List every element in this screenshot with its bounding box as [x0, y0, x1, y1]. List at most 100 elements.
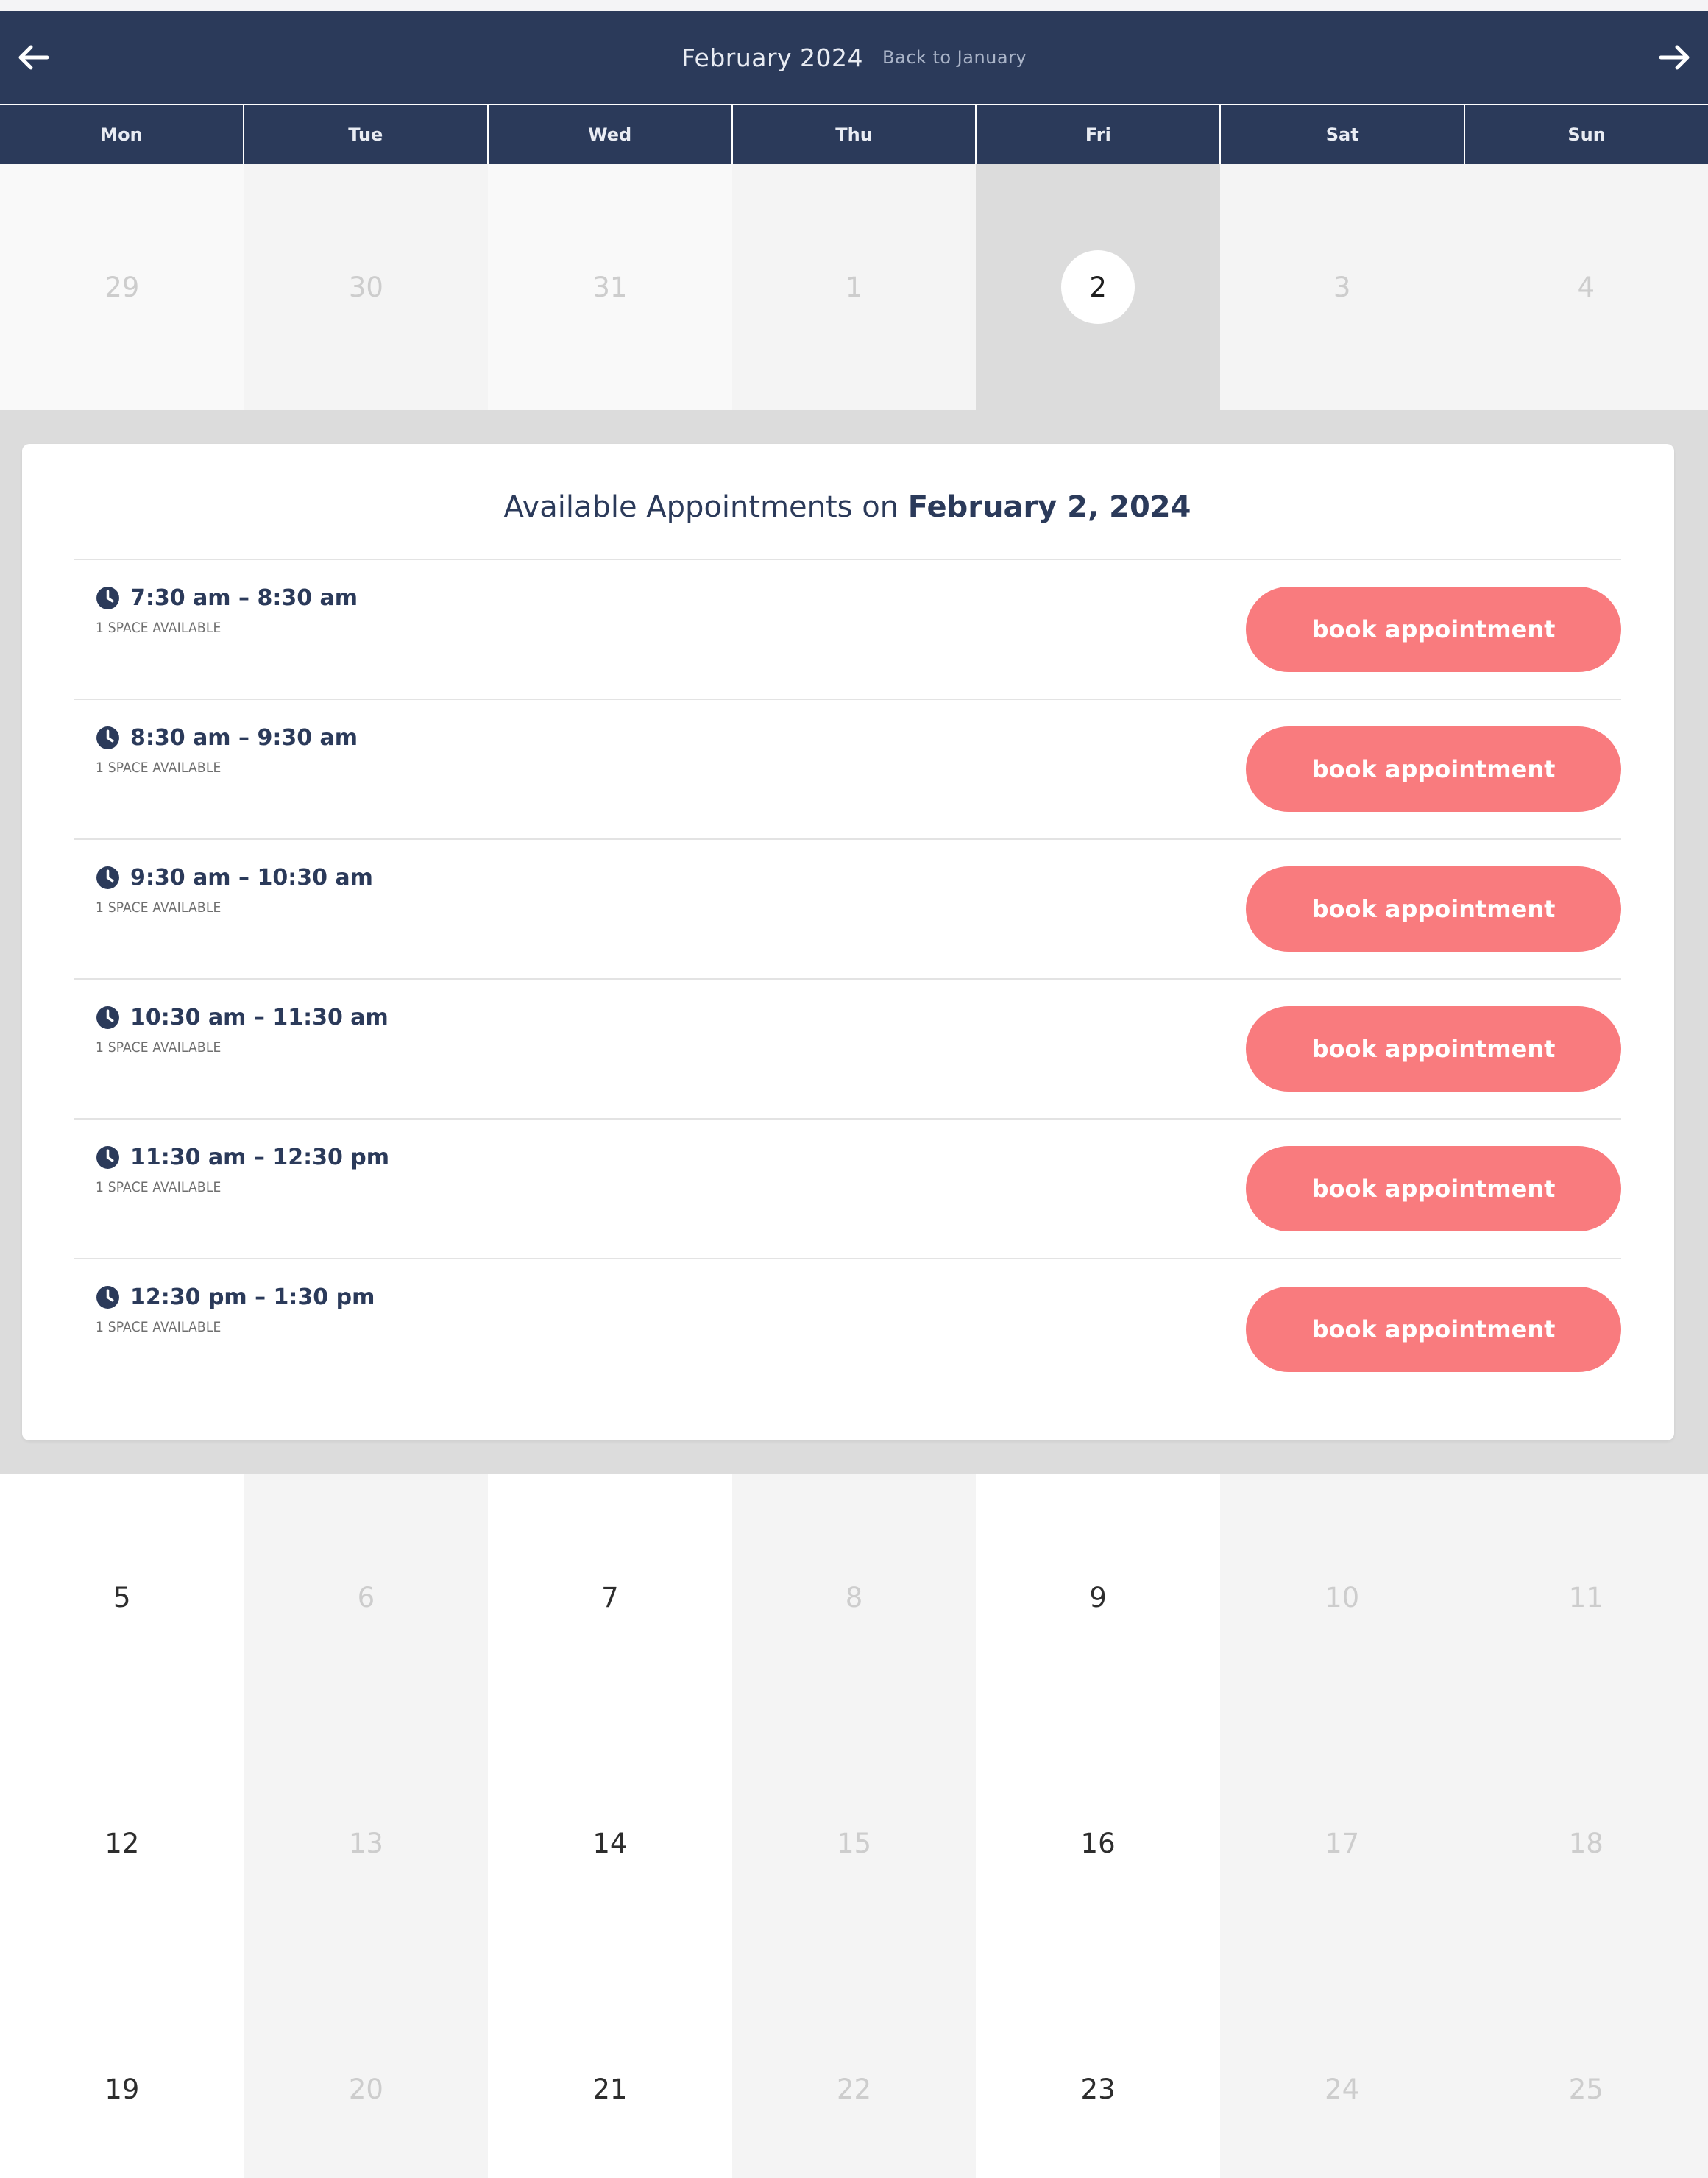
slot-availability: 1 SPACE AVAILABLE — [96, 760, 222, 776]
appointment-slot: 11:30 am – 12:30 pm 1 SPACE AVAILABLE bo… — [74, 1120, 1621, 1259]
day-number: 10 — [1325, 1581, 1360, 1613]
calendar-day[interactable]: 6 — [244, 1474, 489, 1720]
slot-time-label: 10:30 am – 11:30 am — [130, 1005, 389, 1030]
calendar-day-available[interactable]: 21 — [488, 1966, 732, 2178]
day-number: 23 — [1080, 2073, 1116, 2105]
slot-time-label: 11:30 am – 12:30 pm — [130, 1145, 390, 1170]
slot-availability: 1 SPACE AVAILABLE — [96, 620, 222, 636]
previous-month-button[interactable] — [0, 11, 66, 104]
book-appointment-button[interactable]: book appointment — [1246, 1006, 1621, 1092]
slot-time: 11:30 am – 12:30 pm — [96, 1145, 389, 1170]
day-number: 9 — [1089, 1581, 1107, 1613]
arrow-left-icon — [18, 45, 49, 70]
calendar-day-available[interactable]: 23 — [976, 1966, 1220, 2178]
calendar-day[interactable]: 20 — [244, 1966, 489, 2178]
clock-icon — [96, 866, 120, 890]
top-strip — [0, 0, 1708, 11]
slot-time-label: 7:30 am – 8:30 am — [130, 585, 358, 611]
appointments-panel: Available Appointments on February 2, 20… — [22, 444, 1674, 1440]
slot-info: 11:30 am – 12:30 pm 1 SPACE AVAILABLE — [96, 1120, 389, 1195]
slot-availability: 1 SPACE AVAILABLE — [96, 1039, 222, 1056]
day-number: 24 — [1325, 2073, 1360, 2105]
day-number: 14 — [592, 1827, 628, 1859]
clock-icon — [96, 1285, 120, 1309]
book-appointment-button[interactable]: book appointment — [1246, 1287, 1621, 1372]
appointments-title-date: February 2, 2024 — [907, 490, 1191, 524]
calendar-day[interactable]: 17 — [1219, 1720, 1464, 1966]
month-navigation: February 2024 Back to January — [0, 11, 1708, 104]
calendar-day[interactable]: 4 — [1464, 164, 1708, 410]
day-number: 16 — [1080, 1827, 1116, 1859]
slot-info: 10:30 am – 11:30 am 1 SPACE AVAILABLE — [96, 980, 389, 1056]
slot-info: 8:30 am – 9:30 am 1 SPACE AVAILABLE — [96, 700, 358, 776]
weekday-thu: Thu — [733, 105, 977, 164]
calendar-day[interactable]: 8 — [731, 1474, 977, 1720]
weekday-sun: Sun — [1567, 124, 1606, 145]
calendar-day[interactable]: 13 — [244, 1720, 489, 1966]
day-number: 20 — [348, 2073, 383, 2105]
calendar-week-4: 19 20 21 22 23 24 25 — [0, 1966, 1708, 2178]
slot-time-label: 12:30 pm – 1:30 pm — [130, 1284, 375, 1310]
book-appointment-button[interactable]: book appointment — [1246, 866, 1621, 952]
calendar-day[interactable]: 24 — [1219, 1966, 1464, 2178]
book-appointment-button[interactable]: book appointment — [1246, 587, 1621, 672]
day-number: 22 — [836, 2073, 872, 2105]
calendar-day-available[interactable]: 14 — [488, 1720, 732, 1966]
clock-icon — [96, 1005, 120, 1030]
calendar-day-available[interactable]: 5 — [0, 1474, 244, 1720]
weekday-fri: Fri — [977, 105, 1222, 164]
clock-icon — [96, 586, 120, 610]
appointment-slot: 10:30 am – 11:30 am 1 SPACE AVAILABLE bo… — [74, 980, 1621, 1120]
calendar-day-available[interactable]: 9 — [976, 1474, 1220, 1720]
back-to-previous-month-link[interactable]: Back to January — [882, 47, 1027, 68]
book-appointment-button[interactable]: book appointment — [1246, 726, 1621, 812]
slot-info: 7:30 am – 8:30 am 1 SPACE AVAILABLE — [96, 560, 358, 636]
day-number: 29 — [104, 271, 140, 303]
calendar-day-available[interactable]: 12 — [0, 1720, 244, 1966]
appointments-panel-container: Available Appointments on February 2, 20… — [0, 410, 1708, 1474]
calendar-day[interactable]: 31 — [488, 164, 732, 410]
day-number: 3 — [1333, 271, 1351, 303]
calendar-day-available[interactable]: 16 — [976, 1720, 1220, 1966]
slot-time-label: 9:30 am – 10:30 am — [130, 865, 373, 891]
weekday-tue: Tue — [244, 105, 489, 164]
weekday-wed: Wed — [489, 105, 733, 164]
day-number: 4 — [1577, 271, 1595, 303]
day-number: 6 — [357, 1581, 375, 1613]
day-number: 12 — [104, 1827, 140, 1859]
slot-time: 10:30 am – 11:30 am — [96, 1005, 389, 1030]
calendar-week-1: 29 30 31 1 2 3 4 — [0, 164, 1708, 410]
calendar-day-available[interactable]: 19 — [0, 1966, 244, 2178]
book-appointment-button[interactable]: book appointment — [1246, 1146, 1621, 1231]
next-month-button[interactable] — [1642, 11, 1708, 104]
appointment-slot: 8:30 am – 9:30 am 1 SPACE AVAILABLE book… — [74, 700, 1621, 840]
slot-availability: 1 SPACE AVAILABLE — [96, 1179, 222, 1195]
month-title: February 2024 — [681, 43, 864, 72]
slot-availability: 1 SPACE AVAILABLE — [96, 1319, 222, 1335]
clock-icon — [96, 726, 120, 750]
calendar-day[interactable]: 18 — [1464, 1720, 1708, 1966]
day-number: 7 — [601, 1581, 619, 1613]
calendar-day[interactable]: 30 — [244, 164, 489, 410]
day-number: 13 — [348, 1827, 383, 1859]
day-number: 18 — [1568, 1827, 1604, 1859]
calendar-day[interactable]: 3 — [1219, 164, 1464, 410]
day-number: 15 — [836, 1827, 872, 1859]
day-number: 17 — [1325, 1827, 1360, 1859]
calendar-day[interactable]: 11 — [1464, 1474, 1708, 1720]
day-number: 31 — [592, 271, 628, 303]
calendar-day-selected[interactable]: 2 — [976, 164, 1220, 410]
clock-icon — [96, 1145, 120, 1170]
calendar-day[interactable]: 25 — [1464, 1966, 1708, 2178]
appointment-slot: 12:30 pm – 1:30 pm 1 SPACE AVAILABLE boo… — [74, 1259, 1621, 1399]
calendar-day-available[interactable]: 7 — [488, 1474, 732, 1720]
calendar-day[interactable]: 10 — [1219, 1474, 1464, 1720]
calendar-day[interactable]: 15 — [731, 1720, 977, 1966]
day-number: 5 — [113, 1581, 131, 1613]
calendar-day[interactable]: 29 — [0, 164, 244, 410]
calendar-week-3: 12 13 14 15 16 17 18 — [0, 1720, 1708, 1966]
arrow-right-icon — [1659, 45, 1690, 70]
calendar-day[interactable]: 22 — [731, 1966, 977, 2178]
slot-availability: 1 SPACE AVAILABLE — [96, 899, 222, 916]
calendar-day[interactable]: 1 — [731, 164, 977, 410]
